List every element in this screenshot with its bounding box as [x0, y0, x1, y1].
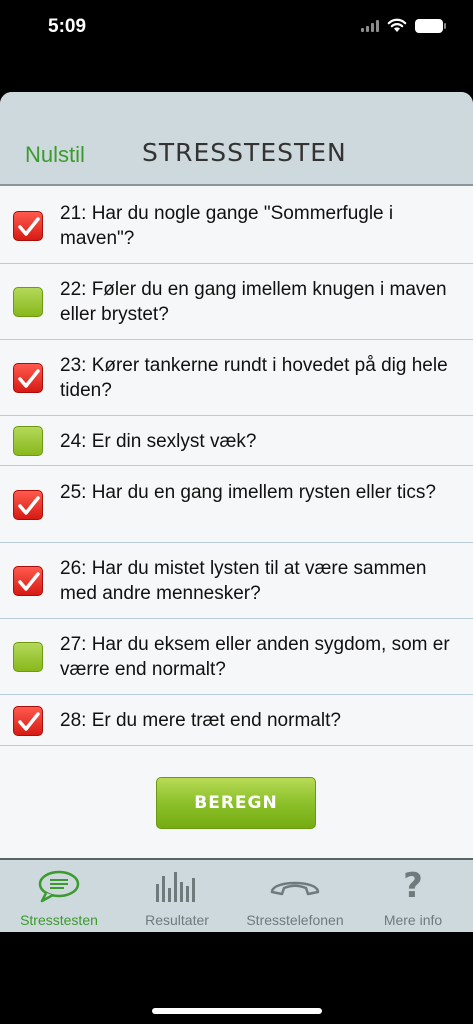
- question-row[interactable]: 22: Føler du en gang imellem knugen i ma…: [0, 264, 473, 340]
- question-row[interactable]: 28: Er du mere træt end normalt?: [0, 695, 473, 746]
- unchecked-checkbox-icon[interactable]: [13, 642, 43, 672]
- question-row[interactable]: 27: Har du eksem eller anden sygdom, som…: [0, 619, 473, 695]
- question-text: 23: Kører tankerne rundt i hovedet på di…: [60, 355, 448, 401]
- question-text: 25: Har du en gang imellem rysten eller …: [60, 481, 436, 503]
- question-row[interactable]: 23: Kører tankerne rundt i hovedet på di…: [0, 340, 473, 416]
- tab-bar: Stresstesten Resultater Stresstelefonen …: [0, 858, 473, 932]
- tab-mere-info[interactable]: ? Mere info: [354, 860, 472, 932]
- home-indicator[interactable]: [152, 1008, 322, 1014]
- home-area: [0, 932, 473, 1024]
- checked-checkbox-icon[interactable]: [13, 489, 43, 520]
- question-list[interactable]: 21: Har du nogle gange "Sommerfugle i ma…: [0, 188, 473, 746]
- question-text: 28: Er du mere træt end normalt?: [60, 710, 341, 731]
- question-text: 26: Har du mistet lysten til at være sam…: [60, 558, 427, 604]
- tab-stresstelefonen[interactable]: Stresstelefonen: [236, 860, 354, 932]
- question-row[interactable]: 21: Har du nogle gange "Sommerfugle i ma…: [0, 188, 473, 264]
- status-icons: [361, 18, 446, 33]
- tab-label: Stresstesten: [20, 912, 98, 928]
- checked-checkbox-icon[interactable]: [13, 705, 43, 736]
- page-title: STRESSTESTEN: [142, 138, 347, 167]
- chat-bubble-icon: [0, 868, 118, 904]
- bar-chart-icon: [118, 868, 236, 904]
- nav-bar: Nulstil STRESSTESTEN: [0, 92, 473, 186]
- question-row[interactable]: 25: Har du en gang imellem rysten eller …: [0, 466, 473, 543]
- signal-icon: [361, 19, 379, 32]
- status-time: 5:09: [48, 16, 87, 37]
- tab-stresstesten[interactable]: Stresstesten: [0, 860, 118, 932]
- unchecked-checkbox-icon[interactable]: [13, 426, 43, 456]
- question-text: 24: Er din sexlyst væk?: [60, 430, 257, 452]
- question-row[interactable]: 24: Er din sexlyst væk?: [0, 416, 473, 466]
- phone-icon: [236, 868, 354, 904]
- tab-resultater[interactable]: Resultater: [118, 860, 236, 932]
- question-mark-icon: ?: [403, 866, 423, 906]
- checked-checkbox-icon[interactable]: [13, 566, 43, 596]
- tab-label: Mere info: [383, 912, 443, 928]
- calculate-button[interactable]: BEREGN: [156, 777, 316, 829]
- app-sheet: Nulstil STRESSTESTEN 21: Har du nogle ga…: [0, 92, 473, 932]
- reset-button[interactable]: Nulstil: [25, 142, 85, 168]
- tab-label: Resultater: [145, 912, 209, 928]
- checked-checkbox-icon[interactable]: [13, 363, 43, 393]
- unchecked-checkbox-icon[interactable]: [13, 287, 43, 317]
- question-text: 21: Har du nogle gange "Sommerfugle i ma…: [60, 203, 394, 249]
- checked-checkbox-icon[interactable]: [13, 211, 43, 241]
- tab-label: Stresstelefonen: [246, 912, 344, 928]
- wifi-icon: [387, 18, 407, 32]
- status-bar: 5:09: [0, 0, 473, 56]
- question-text: 27: Har du eksem eller anden sygdom, som…: [60, 634, 450, 680]
- battery-icon: [415, 18, 446, 33]
- question-row[interactable]: 26: Har du mistet lysten til at være sam…: [0, 543, 473, 619]
- question-text: 22: Føler du en gang imellem knugen i ma…: [60, 279, 447, 325]
